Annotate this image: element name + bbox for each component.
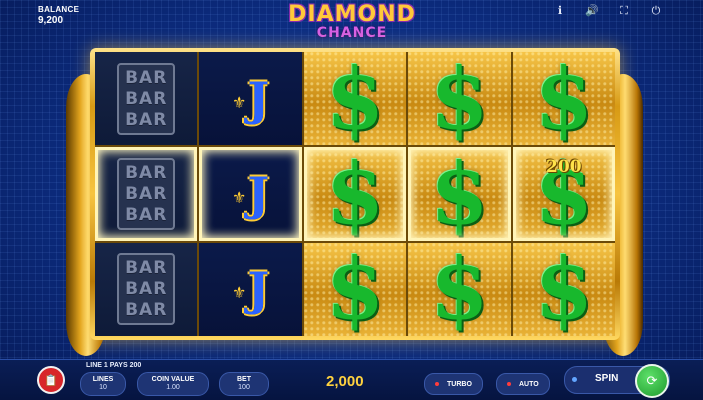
reel-cell-dollar: $200	[512, 147, 615, 241]
reel-cell-bar: BAR BAR BAR	[95, 52, 198, 146]
jack-letter: J	[247, 262, 270, 317]
auto-label: AUTO	[519, 380, 539, 388]
coin-value-control[interactable]: COIN VALUE 1.00	[137, 372, 209, 396]
dollar-symbol: $	[430, 52, 489, 146]
paytable-icon: 📋	[44, 373, 58, 387]
reel-cell-jack: ⚜ J	[199, 242, 302, 336]
bet-label: BET	[237, 376, 251, 383]
bar-text: BAR	[125, 67, 168, 88]
bar-text: BAR	[125, 162, 168, 183]
reel-cell-bar: BAR BAR BAR	[95, 242, 198, 336]
fullscreen-icon[interactable]: ⛶	[617, 4, 631, 18]
bar-text: BAR	[125, 279, 168, 300]
balance-label: BALANCE	[38, 5, 80, 14]
bet-value: 100	[238, 384, 250, 391]
fleur-de-lis-icon: ⚜	[232, 92, 247, 112]
reel-cell-dollar: $	[303, 242, 407, 336]
jack-symbol: ⚜ J	[232, 266, 269, 312]
win-amount: 200	[546, 157, 582, 178]
power-icon[interactable]: ⏻	[649, 4, 663, 18]
reel-frame: BAR BAR BAR ⚜ J $ $ $ BAR BAR BAR ⚜ J $ $ $200 BAR BAR BAR…	[90, 48, 620, 340]
coin-value-value: 1.00	[166, 384, 180, 391]
bar-text: BAR	[125, 109, 168, 130]
dollar-symbol: $	[430, 147, 489, 241]
sound-icon[interactable]: 🔊	[585, 4, 599, 18]
bar-text: BAR	[125, 183, 168, 204]
spin-button[interactable]: ⟳	[635, 364, 669, 398]
reel-grid: BAR BAR BAR ⚜ J $ $ $ BAR BAR BAR ⚜ J $ $ $200 BAR BAR BAR…	[95, 52, 615, 336]
line-pays-text: LINE 1 PAYS 200	[86, 362, 142, 369]
coin-value-label: COIN VALUE	[151, 376, 195, 383]
bet-control[interactable]: BET 100	[219, 372, 269, 396]
reel-cell-bar: BAR BAR BAR	[95, 147, 198, 241]
jack-symbol: ⚜ J	[232, 171, 269, 217]
spin-indicator	[572, 377, 577, 382]
spin-label: SPIN	[595, 373, 619, 384]
game-logo: DIAMOND CHANCE	[268, 4, 436, 44]
reel-cell-dollar: $	[408, 52, 511, 146]
auto-indicator	[507, 382, 511, 386]
reel-cell-jack: ⚜ J	[199, 147, 302, 241]
bar-symbol: BAR BAR BAR	[117, 253, 176, 326]
fleur-de-lis-icon: ⚜	[232, 283, 247, 303]
reel-cell-dollar: $	[408, 242, 511, 336]
dollar-symbol: $	[430, 242, 489, 336]
auto-toggle[interactable]: AUTO	[496, 373, 550, 395]
logo-title: DIAMOND	[288, 2, 416, 27]
win-total: 2,000	[326, 373, 364, 390]
bar-text: BAR	[125, 258, 168, 279]
lines-value: 10	[99, 384, 107, 391]
balance-value: 9,200	[38, 15, 64, 26]
reel-cell-dollar: $	[303, 147, 407, 241]
lines-label: LINES	[92, 376, 114, 383]
lines-control[interactable]: LINES 10	[80, 372, 126, 396]
bar-text: BAR	[125, 300, 168, 321]
dollar-symbol: $	[325, 147, 385, 241]
dollar-symbol: $	[325, 242, 385, 336]
jack-letter: J	[247, 166, 270, 221]
top-toolbar: ℹ 🔊 ⛶ ⏻	[553, 4, 663, 18]
bar-symbol: BAR BAR BAR	[117, 157, 176, 230]
reel-cell-dollar: $	[512, 242, 615, 336]
bar-symbol: BAR BAR BAR	[117, 62, 176, 135]
logo-subtitle: CHANCE	[316, 25, 388, 41]
reel-cell-dollar: $	[303, 52, 407, 146]
turbo-toggle[interactable]: TURBO	[424, 373, 483, 395]
turbo-indicator	[435, 382, 439, 386]
dollar-symbol: $	[534, 242, 594, 336]
dollar-symbol: $	[325, 52, 385, 146]
reel-cell-jack: ⚜ J	[199, 52, 302, 146]
jack-symbol: ⚜ J	[232, 76, 269, 122]
spin-icon: ⟳	[646, 373, 658, 389]
bar-text: BAR	[125, 88, 168, 109]
jack-letter: J	[247, 71, 270, 126]
reel-cell-dollar: $	[512, 52, 615, 146]
paytable-button[interactable]: 📋	[37, 366, 65, 394]
reel-cell-dollar: $	[408, 147, 511, 241]
info-icon[interactable]: ℹ	[553, 4, 567, 18]
turbo-label: TURBO	[447, 380, 472, 388]
bar-text: BAR	[125, 204, 168, 225]
dollar-symbol: $	[534, 52, 594, 146]
fleur-de-lis-icon: ⚜	[232, 187, 247, 207]
